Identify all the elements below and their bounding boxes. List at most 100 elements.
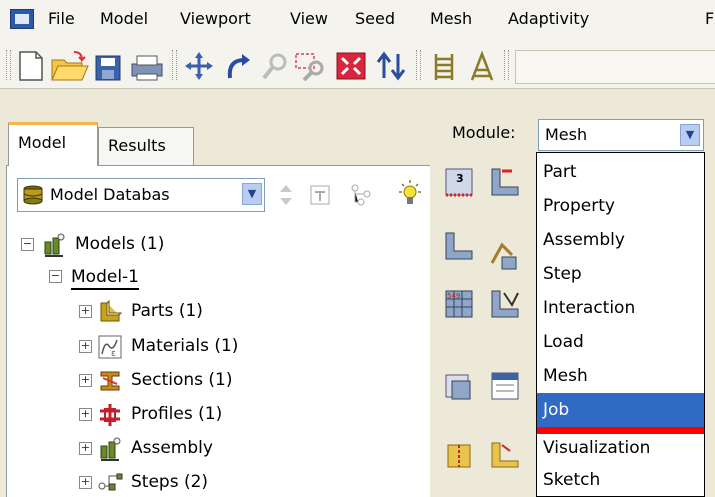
menu-file[interactable]: File — [48, 9, 75, 28]
tree-label: Assembly — [131, 438, 213, 458]
module-select-value: Mesh — [545, 125, 588, 144]
expand-icon[interactable]: + — [79, 305, 92, 318]
rotate-icon[interactable] — [220, 50, 254, 82]
tree-label: Models (1) — [75, 234, 165, 254]
abaqus-window: File Model Viewport View Seed Mesh Adapt… — [0, 0, 715, 497]
tree-node-materials[interactable]: + ε Materials (1) — [79, 334, 429, 362]
database-toolbar: Model Databas ▼ — [11, 178, 431, 214]
tree-node-sections[interactable]: + Sections (1) — [79, 368, 429, 396]
module-option-load[interactable]: Load — [537, 325, 704, 359]
sections-icon — [97, 368, 123, 394]
tree-node-assembly[interactable]: + Assembly — [79, 436, 429, 464]
tree-label: Parts (1) — [131, 301, 203, 321]
module-option-job[interactable]: Job — [537, 393, 704, 427]
menu-model[interactable]: Model — [100, 9, 148, 28]
partition-icon[interactable] — [442, 437, 476, 471]
menu-viewport[interactable]: Viewport — [180, 9, 251, 28]
seed-part-icon[interactable]: 3 — [442, 165, 476, 199]
toolbar-grip[interactable] — [172, 50, 177, 80]
tree-node-steps[interactable]: + Steps (2) — [79, 470, 429, 497]
virtual-topology-icon[interactable] — [488, 437, 522, 471]
mesh-rows-icon[interactable] — [428, 50, 462, 82]
tree-label: Model-1 — [71, 266, 139, 290]
materials-icon: ε — [97, 334, 123, 360]
tree-label: Sections (1) — [131, 370, 233, 390]
expand-icon[interactable]: + — [79, 442, 92, 455]
expand-icon[interactable]: + — [79, 374, 92, 387]
parts-icon — [97, 299, 123, 325]
tree-node-profiles[interactable]: + Profiles (1) — [79, 402, 429, 430]
toolbar-grip[interactable] — [504, 50, 509, 80]
module-option-assembly[interactable]: Assembly — [537, 223, 704, 257]
new-file-icon[interactable] — [14, 50, 48, 82]
verify-mesh-icon[interactable] — [442, 369, 476, 403]
seed-edge-icon[interactable] — [488, 165, 522, 199]
module-option-interaction[interactable]: Interaction — [537, 291, 704, 325]
tree-node-model-1[interactable]: − Model-1 — [49, 264, 429, 292]
menu-view[interactable]: View — [290, 9, 328, 28]
filter-icon[interactable] — [307, 182, 333, 208]
lightbulb-icon[interactable] — [395, 178, 425, 210]
pan-icon[interactable] — [182, 50, 216, 82]
save-icon[interactable] — [92, 50, 126, 82]
module-option-step[interactable]: Step — [537, 257, 704, 291]
toolbar-grip[interactable] — [416, 50, 421, 80]
mesh-controls-icon[interactable]: 549 — [442, 287, 476, 321]
module-option-mesh[interactable]: Mesh — [537, 359, 704, 393]
chevron-down-icon[interactable]: ▼ — [242, 183, 262, 205]
module-option-property[interactable]: Property — [537, 189, 704, 223]
open-folder-icon[interactable] — [50, 50, 89, 82]
svg-text:3: 3 — [456, 172, 464, 185]
query-icon[interactable] — [488, 369, 522, 403]
toolbar-grip[interactable] — [6, 50, 11, 80]
model-tree-panel: Model Results Model Databas ▼ − Models (… — [0, 89, 438, 497]
svg-text:ε: ε — [111, 349, 116, 359]
steps-icon — [97, 470, 123, 496]
module-option-part[interactable]: Part — [537, 155, 704, 189]
menu-overflow[interactable]: F — [705, 9, 714, 28]
cycle-views-icon[interactable] — [374, 50, 408, 82]
module-option-sketch[interactable]: Sketch — [537, 463, 704, 497]
toolbar-overflow — [515, 50, 715, 84]
tab-results[interactable]: Results — [98, 127, 194, 165]
tree-layout-icon[interactable] — [349, 182, 375, 208]
box-zoom-icon[interactable] — [292, 50, 326, 82]
model-tab-panel: Model Databas ▼ − Models (1) − Model-1 +… — [6, 165, 438, 497]
tree-label: Profiles (1) — [131, 404, 223, 424]
menu-mesh[interactable]: Mesh — [430, 9, 472, 28]
svg-text:549: 549 — [447, 292, 460, 300]
auto-fit-icon[interactable] — [334, 50, 368, 82]
app-menu-icon[interactable] — [10, 9, 34, 29]
menu-adaptivity[interactable]: Adaptivity — [508, 9, 589, 28]
model-database-select[interactable]: Model Databas ▼ — [17, 178, 265, 212]
tab-model[interactable]: Model — [8, 122, 98, 166]
database-select-value: Model Databas — [50, 185, 170, 204]
models-icon — [41, 232, 67, 258]
assembly-icon — [97, 436, 123, 462]
tree-node-parts[interactable]: + Parts (1) — [79, 299, 429, 327]
expand-icon[interactable]: + — [79, 408, 92, 421]
expand-icon[interactable]: + — [79, 340, 92, 353]
spinner-icon[interactable] — [277, 182, 295, 208]
tree-label: Materials (1) — [131, 336, 239, 356]
mesh-truss-icon[interactable] — [466, 50, 500, 82]
zoom-icon[interactable] — [258, 50, 292, 82]
chevron-down-icon[interactable]: ▼ — [680, 124, 700, 146]
mesh-part-icon[interactable] — [442, 229, 476, 263]
profiles-icon — [97, 402, 123, 428]
tree-label: Steps (2) — [131, 472, 209, 492]
menu-bar: File Model Viewport View Seed Mesh Adapt… — [0, 0, 715, 40]
menu-seed[interactable]: Seed — [355, 9, 395, 28]
collapse-icon[interactable]: − — [21, 238, 34, 251]
module-label: Module: — [452, 123, 516, 142]
database-icon — [22, 185, 44, 205]
tree-node-models[interactable]: − Models (1) — [21, 232, 421, 260]
print-icon[interactable] — [128, 50, 163, 82]
element-type-icon[interactable] — [488, 287, 522, 321]
mesh-region-icon[interactable] — [488, 239, 522, 273]
collapse-icon[interactable]: − — [49, 270, 62, 283]
module-option-visualization[interactable]: Visualization — [537, 431, 704, 465]
expand-icon[interactable]: + — [79, 476, 92, 489]
module-dropdown-list: Part Property Assembly Step Interaction … — [536, 152, 705, 497]
module-select[interactable]: Mesh ▼ — [538, 119, 704, 151]
